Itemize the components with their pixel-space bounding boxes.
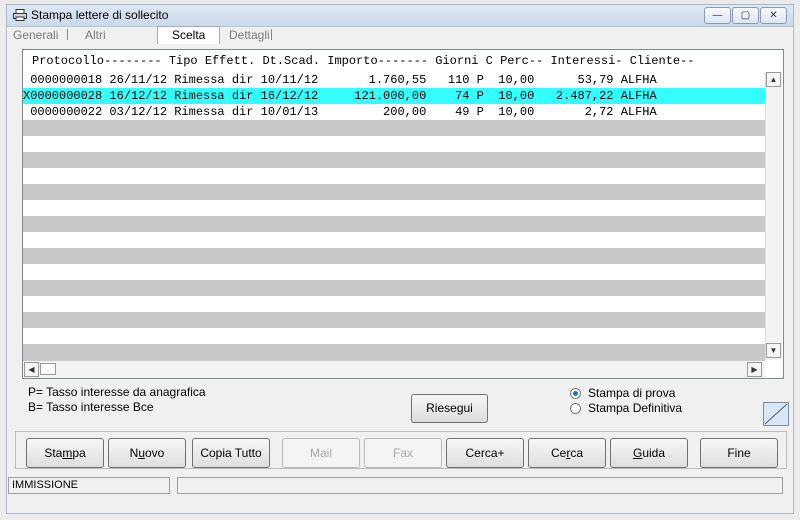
stampa-button[interactable]: Stampa bbox=[26, 438, 104, 468]
radio-label: Stampa Definitiva bbox=[588, 401, 683, 415]
arrow-right-icon: ▶ bbox=[751, 365, 758, 374]
tab-separator bbox=[271, 29, 272, 40]
legend-line: B= Tasso interesse Bce bbox=[28, 400, 154, 414]
vertical-scrollbar[interactable]: ▲ ▼ bbox=[765, 72, 782, 360]
radio-button[interactable] bbox=[570, 403, 581, 414]
arrow-down-icon: ▼ bbox=[769, 346, 778, 355]
radio-label: Stampa di prova bbox=[588, 386, 676, 400]
button-bar: Stampa Nuovo Copia Tutto Mail Fax Cerca+ Cerca… bbox=[15, 431, 787, 469]
radio-stampa-prova[interactable]: Stampa di prova bbox=[570, 386, 675, 400]
horizontal-scrollbar[interactable]: ◀ ▶ bbox=[23, 360, 765, 378]
list-rows: 0000000018 26/11/12 Rimessa dir 10/11/12… bbox=[23, 72, 765, 360]
list-header: Protocollo-------- Tipo Effett. Dt.Scad.… bbox=[23, 50, 783, 72]
diagonal-icon bbox=[764, 403, 788, 425]
maximize-button[interactable]: ▢ bbox=[732, 7, 759, 24]
empty-row bbox=[23, 152, 765, 168]
fine-button[interactable]: Fine bbox=[700, 438, 778, 468]
minimize-button[interactable]: — bbox=[704, 7, 731, 24]
minimize-icon: — bbox=[712, 10, 723, 21]
scroll-up-button[interactable]: ▲ bbox=[766, 72, 781, 87]
horizontal-scroll-thumb[interactable] bbox=[40, 363, 56, 375]
empty-row bbox=[23, 216, 765, 232]
cerca-button[interactable]: Cerca bbox=[528, 438, 606, 468]
window-title: Stampa lettere di sollecito bbox=[31, 8, 169, 22]
empty-row bbox=[23, 344, 765, 360]
arrow-left-icon: ◀ bbox=[28, 365, 35, 374]
nuovo-button[interactable]: Nuovo bbox=[108, 438, 186, 468]
empty-row bbox=[23, 184, 765, 200]
tab-strip: Generali Altri Scelta Dettagli bbox=[7, 26, 793, 44]
document-list[interactable]: Protocollo-------- Tipo Effett. Dt.Scad.… bbox=[22, 49, 784, 379]
radio-stampa-definitiva[interactable]: Stampa Definitiva bbox=[570, 401, 682, 415]
empty-row bbox=[23, 312, 765, 328]
close-button[interactable]: ✕ bbox=[760, 7, 787, 24]
scroll-left-button[interactable]: ◀ bbox=[24, 362, 39, 377]
guida-button[interactable]: Guida bbox=[610, 438, 688, 468]
title-bar: Stampa lettere di sollecito — ▢ ✕ bbox=[7, 5, 793, 27]
tab-scelta[interactable]: Scelta bbox=[157, 26, 221, 44]
table-row[interactable]: 0000000018 26/11/12 Rimessa dir 10/11/12… bbox=[23, 72, 765, 88]
mail-button[interactable]: Mail bbox=[282, 438, 360, 468]
maximize-icon: ▢ bbox=[740, 10, 751, 21]
tab-dettagli[interactable]: Dettagli bbox=[229, 28, 270, 43]
cerca-button[interactable]: Cerca+ bbox=[446, 438, 524, 468]
tab-generali[interactable]: Generali bbox=[13, 28, 58, 43]
printer-icon bbox=[13, 9, 27, 21]
arrow-up-icon: ▲ bbox=[769, 75, 778, 84]
radio-button[interactable] bbox=[570, 388, 581, 399]
fax-button[interactable]: Fax bbox=[364, 438, 442, 468]
status-message bbox=[177, 477, 783, 494]
tab-separator bbox=[67, 29, 68, 40]
empty-row bbox=[23, 120, 765, 136]
table-row[interactable]: 0000000022 03/12/12 Rimessa dir 10/01/13… bbox=[23, 104, 765, 120]
riesegui-button[interactable]: Riesegui bbox=[411, 394, 488, 423]
scroll-right-button[interactable]: ▶ bbox=[747, 362, 762, 377]
copia-tutto-button[interactable]: Copia Tutto bbox=[192, 438, 270, 468]
empty-row bbox=[23, 248, 765, 264]
main-window: Stampa lettere di sollecito — ▢ ✕ Genera… bbox=[6, 4, 794, 514]
status-mode: IMMISSIONE bbox=[8, 477, 170, 494]
close-icon: ✕ bbox=[769, 10, 778, 21]
scroll-down-button[interactable]: ▼ bbox=[766, 343, 781, 358]
table-row[interactable]: X0000000028 16/12/12 Rimessa dir 16/12/1… bbox=[23, 88, 765, 104]
legend-line: P= Tasso interesse da anagrafica bbox=[28, 385, 206, 399]
empty-row bbox=[23, 280, 765, 296]
tab-altri[interactable]: Altri bbox=[85, 28, 106, 43]
resize-corner-button[interactable] bbox=[763, 402, 789, 426]
